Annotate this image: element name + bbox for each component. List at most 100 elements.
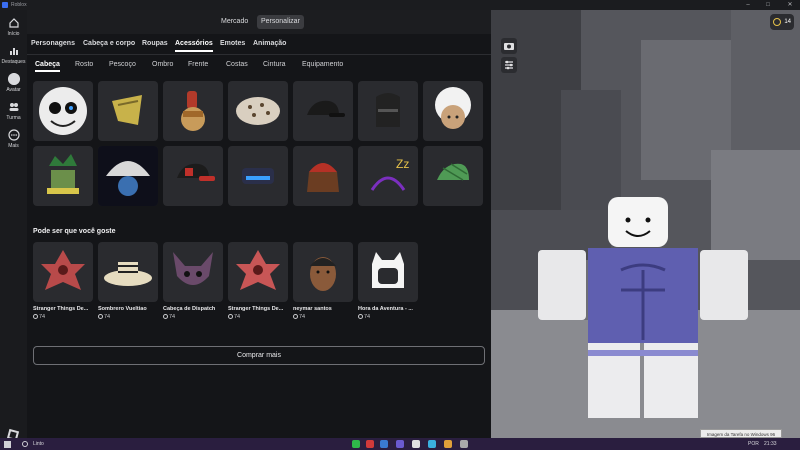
inventory-item[interactable] (98, 81, 158, 141)
red-cap-icon (177, 163, 215, 181)
recommendation-card[interactable]: Sombrero Vueltiao 74 (98, 242, 160, 320)
app-icon[interactable] (412, 440, 420, 448)
robux-icon (228, 314, 233, 319)
sidebar: Início Destaques Avatar Turma Mais (0, 10, 27, 442)
recommendation-card[interactable]: Hora da Aventura - ... 74 (358, 242, 420, 320)
item-name: Stranger Things De... (33, 306, 89, 312)
window-title: Roblox (11, 2, 27, 8)
recommendation-card[interactable]: Stranger Things De... 74 (228, 242, 290, 320)
sidebar-item-label: Turma (6, 115, 21, 121)
tab-personagens[interactable]: Personagens (31, 40, 75, 47)
subtab-equipamento[interactable]: Equipamento (302, 61, 343, 68)
tab-cabeca-e-corpo[interactable]: Cabeça e corpo (83, 40, 135, 47)
item-name: Sombrero Vueltiao (98, 306, 147, 312)
item-price: 74 (163, 314, 225, 320)
vr-headset-icon (242, 168, 274, 184)
buy-more-button[interactable]: Comprar mais (33, 346, 485, 365)
face-head-icon (310, 257, 336, 291)
maximize-button[interactable]: □ (762, 1, 774, 9)
inventory-item[interactable]: Zz (358, 146, 418, 206)
sidebar-item-inicio[interactable]: Início (0, 14, 27, 42)
inventory-item[interactable] (423, 146, 483, 206)
subtab-cintura[interactable]: Cintura (263, 61, 286, 68)
more-icon (7, 129, 20, 141)
tab-personalizar[interactable]: Personalizar (257, 15, 304, 29)
avatar-icon (7, 73, 20, 85)
taskbar-search-text[interactable]: Linto (33, 441, 44, 447)
tab-emotes[interactable]: Emotes (220, 40, 245, 47)
inventory-item[interactable] (423, 81, 483, 141)
leopard-beanie-icon (236, 97, 280, 125)
app-icon[interactable] (366, 440, 374, 448)
sidebar-item-avatar[interactable]: Avatar (0, 70, 27, 98)
inventory-item[interactable] (293, 81, 353, 141)
app-icon[interactable] (428, 440, 436, 448)
people-icon (9, 103, 18, 111)
inventory-item[interactable] (293, 146, 353, 206)
inventory-item[interactable] (228, 81, 288, 141)
item-name: Stranger Things De... (228, 306, 284, 312)
gladiator-helmet-icon (181, 91, 205, 131)
robux-icon (33, 314, 38, 319)
app-icon[interactable] (396, 440, 404, 448)
recommendation-card[interactable]: neymar santos 74 (293, 242, 355, 320)
language-indicator[interactable]: POR (748, 441, 759, 447)
sub-tab-bar: Cabeça Rosto Pescoço Ombro Frente Costas… (27, 57, 491, 75)
subtab-ombro[interactable]: Ombro (152, 61, 173, 68)
inventory-item[interactable] (33, 81, 93, 141)
inventory-item[interactable] (98, 146, 158, 206)
app-icon[interactable] (352, 440, 360, 448)
search-icon[interactable] (22, 441, 28, 447)
finn-hat-icon (372, 252, 404, 288)
inventory-item[interactable] (163, 146, 223, 206)
subtab-cabeca[interactable]: Cabeça (35, 61, 60, 72)
inventory-item[interactable] (33, 146, 93, 206)
tab-animacao[interactable]: Animação (253, 40, 286, 47)
minimize-button[interactable]: – (742, 1, 754, 9)
category-tab-bar: Personagens Cabeça e corpo Roupas Acessó… (27, 37, 491, 55)
robux-icon (358, 314, 363, 319)
skull-mask-icon (39, 87, 87, 135)
app-icon[interactable] (460, 440, 468, 448)
sleep-headband-icon: Zz (370, 157, 409, 191)
inventory-item[interactable] (163, 81, 223, 141)
roblox-app-icon (2, 2, 8, 8)
tab-mercado[interactable]: Mercado (217, 15, 252, 29)
section-heading: Pode ser que você goste (33, 228, 116, 235)
svg-text:Zz: Zz (396, 157, 409, 171)
sidebar-item-label: Mais (8, 143, 19, 149)
subtab-rosto[interactable]: Rosto (75, 61, 93, 68)
avatar-viewport[interactable]: 14 (491, 10, 800, 438)
inventory-item[interactable] (228, 146, 288, 206)
inventory-item[interactable] (358, 81, 418, 141)
black-cap-icon (307, 100, 345, 117)
clock[interactable]: 21:33 (764, 441, 777, 447)
subtab-pescoco[interactable]: Pescoço (109, 61, 136, 68)
sidebar-item-turma[interactable]: Turma (0, 98, 27, 126)
tab-acessorios[interactable]: Acessórios (175, 40, 213, 52)
sidebar-item-destaques[interactable]: Destaques (0, 42, 27, 70)
windows-start-icon[interactable] (4, 441, 11, 448)
green-crown-hair-icon (47, 154, 79, 194)
subtab-costas[interactable]: Costas (226, 61, 248, 68)
sidebar-item-mais[interactable]: Mais (0, 126, 27, 154)
camera-button[interactable] (501, 38, 517, 54)
title-bar: Roblox – □ ✕ (0, 0, 800, 10)
robux-balance[interactable]: 14 (770, 14, 794, 30)
item-name: Cabeça de Dispatch (163, 306, 216, 312)
tab-roupas[interactable]: Roupas (142, 40, 168, 47)
camera-icon (504, 43, 514, 50)
recommendation-card[interactable]: Stranger Things De... 74 (33, 242, 95, 320)
app-icon[interactable] (380, 440, 388, 448)
taskbar: Linto POR 21:33 (0, 438, 800, 450)
close-button[interactable]: ✕ (784, 1, 796, 9)
settings-button[interactable] (501, 57, 517, 73)
app-icon[interactable] (444, 440, 452, 448)
robux-icon (163, 314, 168, 319)
bat-head-icon (173, 252, 213, 285)
recommendation-card[interactable]: Cabeça de Dispatch 74 (163, 242, 225, 320)
demogorgon-head-icon (41, 250, 85, 290)
subtab-frente[interactable]: Frente (188, 61, 208, 68)
robux-icon (98, 314, 103, 319)
sombrero-icon (104, 262, 152, 286)
